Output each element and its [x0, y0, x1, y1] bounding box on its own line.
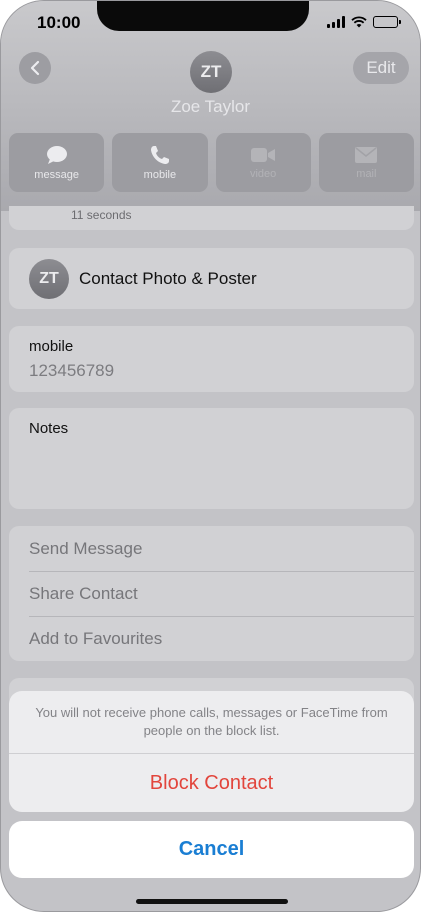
phone-type-label: mobile — [29, 338, 74, 355]
mail-action-label: mail — [356, 167, 377, 180]
video-camera-icon — [251, 147, 276, 162]
action-sheet: You will not receive phone calls, messag… — [9, 691, 414, 812]
notes-label: Notes — [29, 420, 69, 437]
status-bar: 10:00 — [1, 1, 420, 45]
battery-icon — [373, 16, 401, 28]
call-history-card: 11 seconds — [9, 206, 414, 230]
block-contact-button[interactable]: Block Contact — [9, 754, 414, 812]
home-indicator[interactable] — [136, 899, 288, 904]
status-icons — [327, 16, 401, 28]
edit-button[interactable]: Edit — [353, 52, 409, 84]
notch — [97, 1, 309, 31]
contact-photo-avatar: ZT — [29, 259, 69, 299]
envelope-icon — [355, 146, 378, 163]
cellular-signal-icon — [327, 16, 345, 28]
contact-photo-poster-row[interactable]: ZT Contact Photo & Poster — [9, 248, 414, 309]
send-message-button[interactable]: Send Message — [29, 526, 414, 571]
contact-options-card: Send Message Share Contact Add to Favour… — [9, 526, 414, 661]
video-action-label: video — [249, 167, 277, 180]
phone-number: 123456789 — [29, 361, 115, 380]
notes-card[interactable]: Notes — [9, 408, 414, 509]
message-action-button[interactable]: message — [9, 133, 105, 192]
contact-name: Zoe Taylor — [170, 97, 251, 116]
phone-screen: 10:00 ZT Zoe Taylor Edit message mobile … — [0, 0, 421, 912]
mobile-action-button[interactable]: mobile — [112, 133, 208, 192]
message-bubble-icon — [46, 145, 67, 164]
contact-photo-label: Contact Photo & Poster — [79, 269, 257, 288]
contact-avatar[interactable]: ZT — [190, 51, 232, 93]
back-button[interactable] — [19, 52, 51, 84]
chevron-left-icon — [30, 60, 40, 76]
phone-number-card[interactable]: mobile 123456789 — [9, 326, 414, 392]
mail-action-button[interactable]: mail — [318, 133, 414, 192]
add-to-favourites-button[interactable]: Add to Favourites — [29, 616, 414, 661]
call-duration: 11 seconds — [71, 208, 132, 222]
phone-icon — [150, 145, 169, 164]
video-action-button[interactable]: video — [215, 133, 311, 192]
mobile-action-label: mobile — [143, 168, 177, 181]
share-contact-button[interactable]: Share Contact — [29, 571, 414, 616]
cancel-button[interactable]: Cancel — [9, 821, 414, 878]
wifi-icon — [351, 16, 367, 28]
status-time: 10:00 — [37, 13, 81, 32]
action-sheet-message: You will not receive phone calls, messag… — [9, 691, 414, 754]
message-action-label: message — [34, 168, 79, 181]
quick-actions: message mobile video mail — [9, 133, 414, 192]
